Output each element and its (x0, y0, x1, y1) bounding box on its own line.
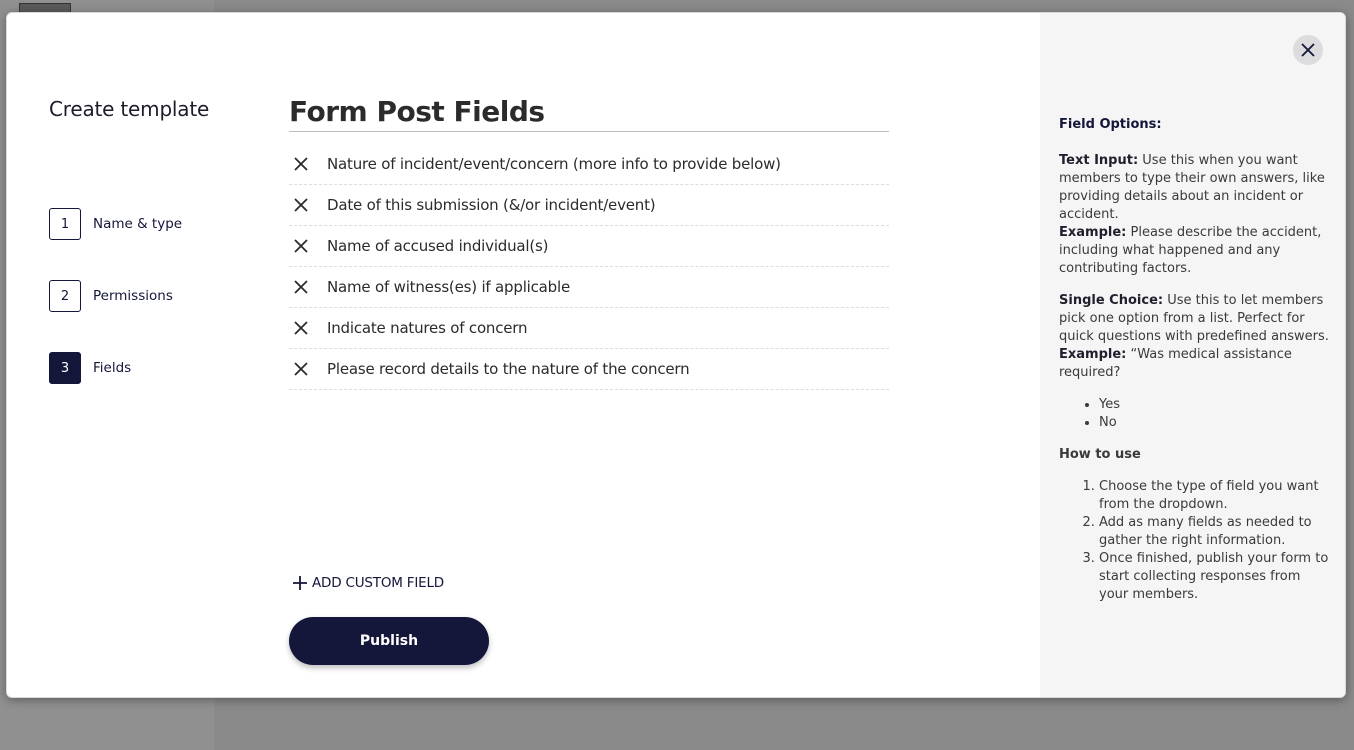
choice-options-list: Yes No (1059, 396, 1329, 432)
step-permissions[interactable]: 2 Permissions (49, 280, 173, 312)
how-to-title: How to use (1059, 447, 1141, 462)
close-icon (1301, 43, 1315, 57)
publish-button[interactable]: Publish (289, 617, 489, 665)
list-item: Add as many fields as needed to gather t… (1099, 514, 1329, 550)
x-icon (294, 157, 308, 171)
step-number: 2 (49, 280, 81, 312)
field-label: Date of this submission (&/or incident/e… (327, 196, 656, 214)
step-fields[interactable]: 3 Fields (49, 352, 131, 384)
x-icon (294, 239, 308, 253)
field-label: Name of accused individual(s) (327, 237, 549, 255)
field-row: Name of accused individual(s) (289, 226, 889, 267)
field-label: Indicate natures of concern (327, 319, 528, 337)
step-number: 3 (49, 352, 81, 384)
field-label: Nature of incident/event/concern (more i… (327, 155, 781, 173)
step-number: 1 (49, 208, 81, 240)
list-item: Once finished, publish your form to star… (1099, 550, 1329, 604)
wizard-title: Create template (49, 97, 210, 121)
how-to-steps: Choose the type of field you want from t… (1059, 478, 1329, 604)
field-row: Name of witness(es) if applicable (289, 267, 889, 308)
help-heading: Field Options: (1059, 117, 1162, 132)
single-choice-title: Single Choice: (1059, 293, 1164, 308)
remove-field-button[interactable] (289, 152, 313, 176)
field-row: Nature of incident/event/concern (more i… (289, 144, 889, 185)
field-list: Nature of incident/event/concern (more i… (289, 144, 889, 390)
field-row: Indicate natures of concern (289, 308, 889, 349)
plus-icon (293, 576, 307, 590)
text-input-help: Text Input: Use this when you want membe… (1059, 152, 1329, 278)
remove-field-button[interactable] (289, 234, 313, 258)
single-choice-help: Single Choice: Use this to let members p… (1059, 292, 1329, 382)
single-choice-example-label: Example: (1059, 347, 1127, 362)
remove-field-button[interactable] (289, 193, 313, 217)
field-options-help: Field Options: Text Input: Use this when… (1059, 116, 1329, 604)
list-item: Choose the type of field you want from t… (1099, 478, 1329, 514)
field-label: Please record details to the nature of t… (327, 360, 690, 378)
list-item: No (1099, 414, 1329, 432)
add-custom-field-label: ADD CUSTOM FIELD (312, 575, 444, 591)
remove-field-button[interactable] (289, 275, 313, 299)
text-input-example-label: Example: (1059, 225, 1127, 240)
x-icon (294, 321, 308, 335)
list-item: Yes (1099, 396, 1329, 414)
create-template-modal: Create template 1 Name & type 2 Permissi… (6, 12, 1346, 698)
step-name-type[interactable]: 1 Name & type (49, 208, 182, 240)
x-icon (294, 280, 308, 294)
field-label: Name of witness(es) if applicable (327, 278, 570, 296)
step-label: Name & type (93, 216, 183, 232)
close-button[interactable] (1293, 35, 1323, 65)
remove-field-button[interactable] (289, 316, 313, 340)
add-custom-field-button[interactable]: ADD CUSTOM FIELD (292, 575, 444, 591)
field-row: Date of this submission (&/or incident/e… (289, 185, 889, 226)
field-row: Please record details to the nature of t… (289, 349, 889, 390)
step-label: Permissions (93, 288, 173, 304)
step-label: Fields (93, 360, 132, 376)
x-icon (294, 198, 308, 212)
text-input-title: Text Input: (1059, 153, 1139, 168)
remove-field-button[interactable] (289, 357, 313, 381)
form-title: Form Post Fields (289, 95, 889, 132)
x-icon (294, 362, 308, 376)
